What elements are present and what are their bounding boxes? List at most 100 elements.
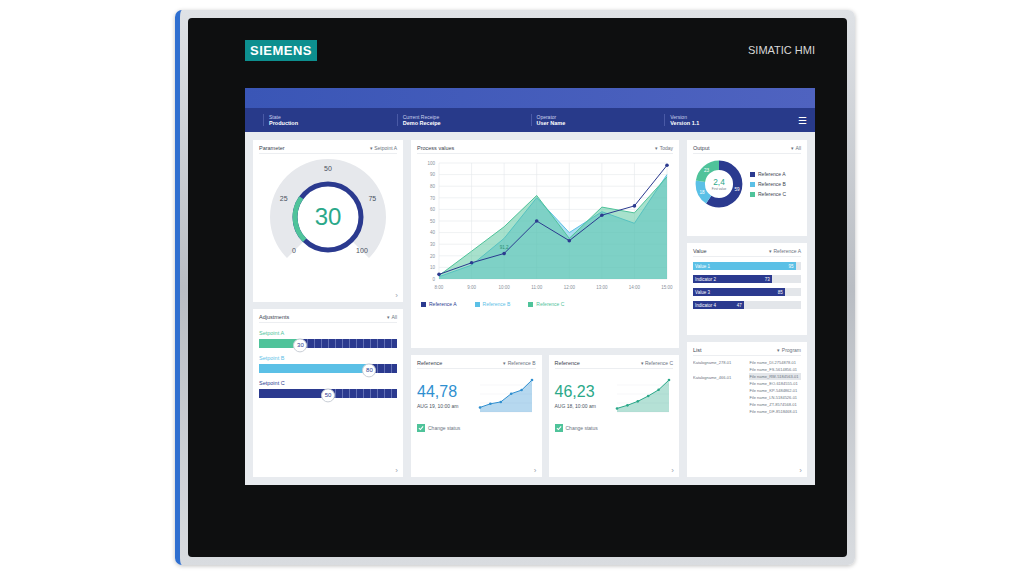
header-item: OperatorUser Name: [531, 114, 665, 126]
chart-legend: Reference A Reference B Reference C: [417, 295, 673, 307]
svg-text:30: 30: [430, 242, 436, 247]
series-area: [439, 177, 667, 279]
list-card: List ▾ Program Katalogname_278-01 Katalogna…: [687, 342, 807, 477]
legend-item: Reference A: [421, 301, 457, 307]
svg-text:First value: First value: [712, 187, 727, 191]
header-band: [245, 88, 815, 108]
more-icon[interactable]: ›: [395, 466, 398, 475]
filter-dropdown[interactable]: ▾ Reference B: [503, 360, 535, 366]
header-item: VersionVersion 1.1: [664, 114, 798, 126]
process-chart: 10090807060504030201008:009:0010:0011:00…: [417, 157, 673, 295]
more-icon[interactable]: ›: [395, 291, 398, 300]
parameter-card: Parameter▾ Setpoint A025507510030›: [253, 140, 403, 302]
reference-value: 44,78: [417, 383, 458, 401]
reference-date: AUG 19, 10:00 am: [417, 403, 458, 409]
list-row[interactable]: File name_LN-5184526-01: [749, 394, 802, 401]
svg-text:59: 59: [734, 187, 740, 192]
card-title: Output: [693, 145, 710, 151]
siemens-logo: SIEMENS: [245, 40, 317, 61]
header-item: Current ReceipeDemo Receipe: [397, 114, 531, 126]
more-icon[interactable]: ›: [671, 466, 674, 475]
list-row[interactable]: File name_KP-5484862-01: [749, 387, 802, 394]
card-title: Reference: [417, 360, 442, 366]
setpoint-slider[interactable]: Setpoint B80: [259, 355, 397, 373]
more-icon[interactable]: ›: [799, 466, 802, 475]
svg-text:40: 40: [430, 230, 436, 235]
filter-dropdown[interactable]: ▾ Today: [655, 145, 673, 151]
svg-text:90: 90: [430, 172, 436, 177]
legend-item: Reference C: [528, 301, 564, 307]
check-icon: [418, 425, 424, 431]
legend-item: Reference B: [750, 181, 786, 187]
svg-text:60: 60: [430, 207, 436, 212]
product-name: SIMATIC HMI: [748, 44, 815, 56]
svg-text:9:00: 9:00: [467, 285, 476, 290]
change-status-checkbox[interactable]: Change status: [555, 424, 674, 432]
hmi-device: SIEMENS SIMATIC HMI StateProductionCurrent…: [175, 10, 855, 565]
svg-text:10: 10: [430, 265, 436, 270]
svg-text:8:00: 8:00: [435, 285, 444, 290]
page: SIEMENS SIMATIC HMI StateProductionCurrent…: [0, 0, 1024, 575]
series-line: [437, 164, 669, 277]
card-title: Adjustments: [259, 314, 289, 320]
donut-chart: 5918232,4First value: [693, 158, 745, 210]
reference-card: Reference▾ Reference C46,23AUG 18, 10:00…: [549, 355, 680, 477]
svg-text:91,2: 91,2: [500, 245, 509, 250]
setpoint-slider[interactable]: Setpoint C50: [259, 380, 397, 398]
list-name[interactable]: Katalogname_466-01: [693, 374, 746, 381]
filter-dropdown[interactable]: ▾ Setpoint A: [370, 145, 397, 151]
change-status-checkbox[interactable]: Change status: [417, 424, 536, 432]
svg-text:11:00: 11:00: [531, 285, 542, 290]
device-glass: SIEMENS SIMATIC HMI StateProductionCurrent…: [188, 18, 847, 557]
card-title: List: [693, 347, 702, 353]
gauge: 025507510030: [263, 157, 393, 277]
svg-text:0: 0: [292, 247, 296, 254]
legend-item: Reference C: [750, 191, 786, 197]
svg-text:15:00: 15:00: [661, 285, 673, 290]
value-bar: Indicator 273: [693, 275, 801, 283]
legend-item: Reference B: [475, 301, 511, 307]
svg-text:30: 30: [315, 203, 342, 230]
list-row[interactable]: File name_ZT-8574568-01: [749, 401, 802, 408]
list-row[interactable]: File name_DF-8518468-01: [749, 408, 802, 415]
filter-dropdown[interactable]: ▾ Reference A: [769, 248, 801, 254]
reference-card: Reference ▾ Reference B 44,78 AUG 19, 10:00…: [411, 355, 542, 477]
slider-knob[interactable]: 80: [362, 363, 376, 377]
output-card: Output ▾ All 5918232,4First value Reference…: [687, 140, 807, 236]
menu-icon[interactable]: ☰: [798, 115, 807, 126]
svg-text:13:00: 13:00: [596, 285, 608, 290]
filter-dropdown[interactable]: ▾ Program: [777, 347, 801, 353]
adjustments-card: Adjustments ▾ All Setpoint A30 Setpoint B80…: [253, 309, 403, 477]
value-bar: Value 195: [693, 262, 801, 270]
svg-text:100: 100: [427, 161, 435, 166]
list-row[interactable]: File name_RW-5184563-01: [749, 373, 802, 380]
list-row[interactable]: File name_DI-2754878-01: [749, 359, 802, 366]
reference-date: AUG 18, 10:00 am: [555, 403, 596, 409]
setpoint-slider[interactable]: Setpoint A30: [259, 330, 397, 348]
filter-dropdown[interactable]: ▾ All: [387, 314, 397, 320]
svg-text:2,4: 2,4: [713, 177, 725, 187]
checkbox[interactable]: [555, 424, 563, 432]
sparkline: [476, 376, 536, 416]
svg-text:23: 23: [704, 168, 710, 173]
legend-item: Reference A: [750, 171, 786, 177]
process-values-card: Process values▾ Today1009080706050403020…: [411, 140, 679, 348]
logo-row: SIEMENS SIMATIC HMI: [245, 18, 815, 88]
filter-dropdown[interactable]: ▾ All: [791, 145, 801, 151]
slider-knob[interactable]: 30: [293, 338, 307, 352]
list-name[interactable]: Katalogname_278-01: [693, 359, 746, 366]
sparkline: [613, 376, 673, 416]
list-row[interactable]: File name_FS-5614856-01: [749, 366, 802, 373]
screen: StateProductionCurrent ReceipeDemo Recei…: [245, 88, 815, 485]
checkbox[interactable]: [417, 424, 425, 432]
header: StateProductionCurrent ReceipeDemo Recei…: [245, 88, 815, 132]
card-title: Parameter: [259, 145, 285, 151]
svg-text:70: 70: [430, 196, 436, 201]
svg-text:25: 25: [280, 195, 288, 202]
slider-knob[interactable]: 50: [321, 388, 335, 402]
list-row[interactable]: File name_EO-6184555-01: [749, 380, 802, 387]
more-icon[interactable]: ›: [534, 466, 537, 475]
filter-dropdown[interactable]: ▾ Reference C: [641, 360, 673, 366]
check-icon: [556, 425, 562, 431]
svg-text:50: 50: [324, 165, 332, 172]
